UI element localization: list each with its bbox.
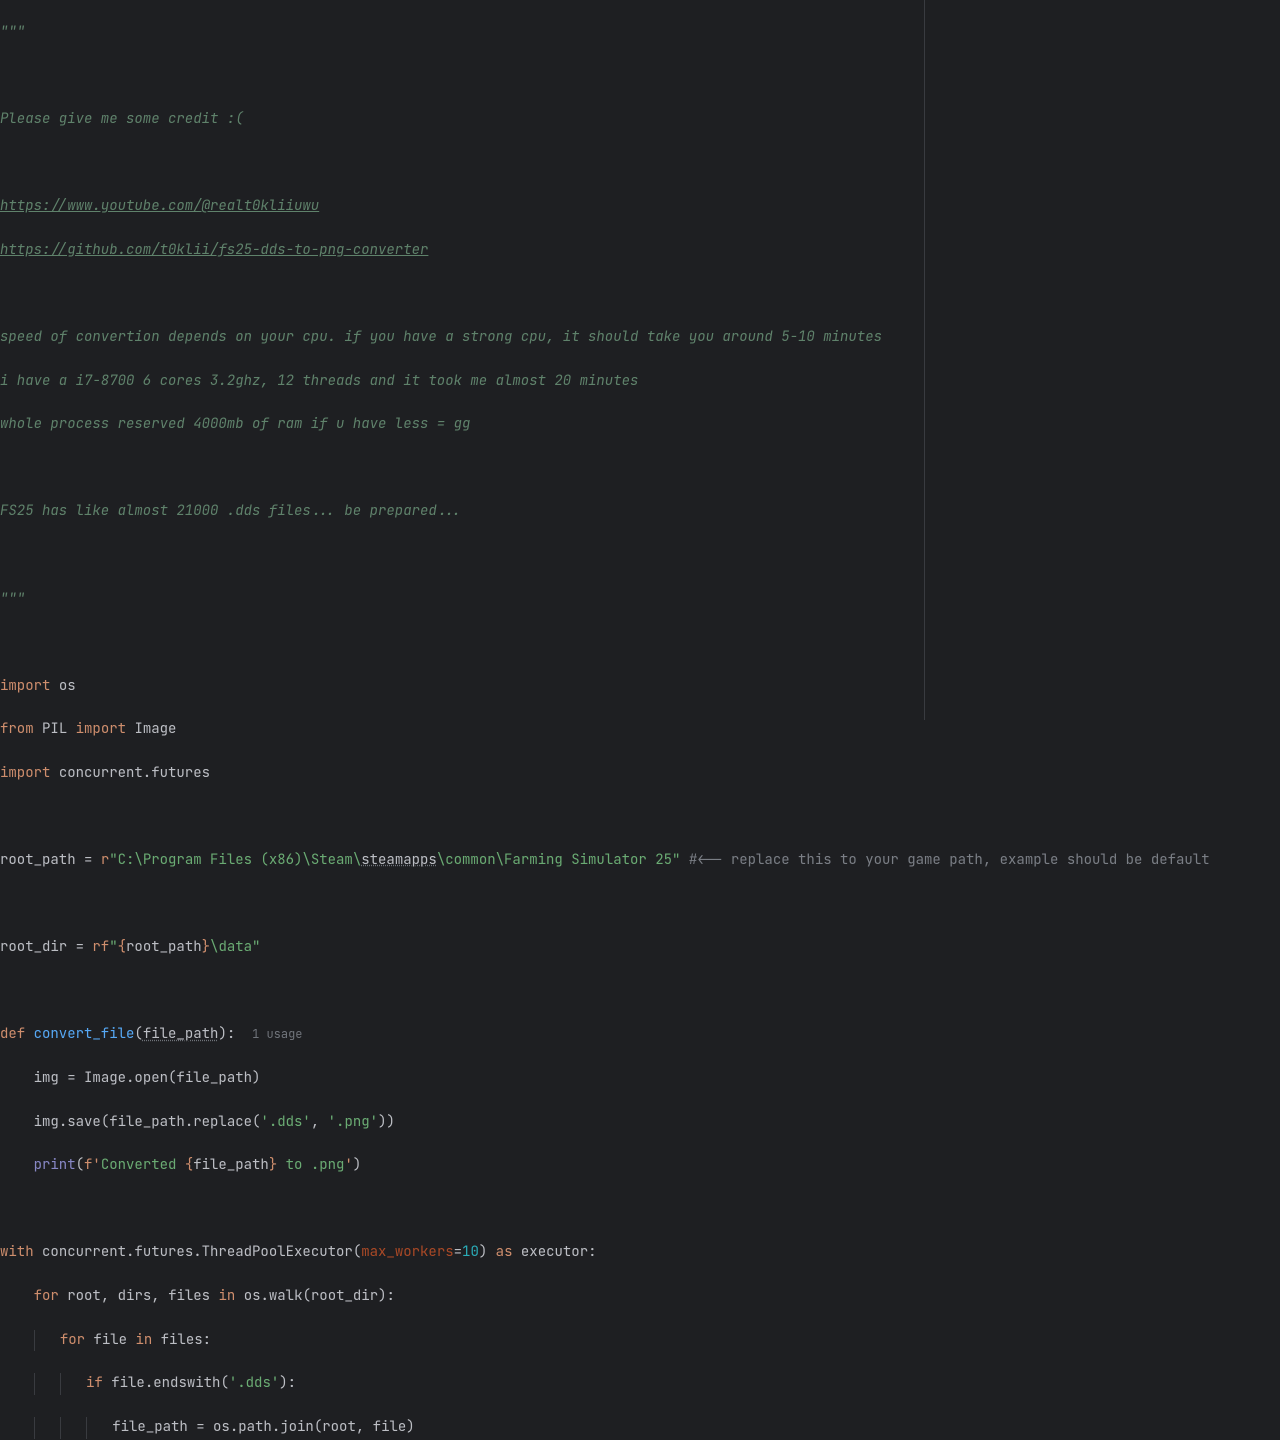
file-path-join-line: file_path = os.path.join(root, file) <box>0 1417 1280 1439</box>
def-convert-file-line: def convert_file(file_path): 1 usage <box>0 1024 1280 1046</box>
print-line: print(f'Converted {file_path} to .png') <box>0 1155 1280 1177</box>
img-save-line: img.save(file_path.replace('.dds', '.png… <box>0 1112 1280 1134</box>
usage-hint[interactable]: 1 usage <box>252 1026 302 1042</box>
for-walk-line: for root, dirs, files in os.walk(root_di… <box>0 1286 1280 1308</box>
root-dir-line: root_dir = rf"{root_path}\data" <box>0 937 1280 959</box>
from-pil-line: from PIL import Image <box>0 719 1280 741</box>
import-concurrent-line: import concurrent.futures <box>0 763 1280 785</box>
root-path-line: root_path = r"C:\Program Files (x86)\Ste… <box>0 850 1280 872</box>
docstring-fs25: FS25 has like almost 21000 .dds files...… <box>0 502 462 520</box>
for-file-line: for file in files: <box>0 1330 1280 1352</box>
docstring-open: """ <box>0 23 25 41</box>
code-editor[interactable]: """ Please give me some credit :( https:… <box>0 0 1280 1440</box>
right-margin-rule <box>924 0 925 720</box>
docstring-close: """ <box>0 590 25 608</box>
import-os-line: import os <box>0 676 1280 698</box>
docstring-speed-1: speed of convertion depends on your cpu.… <box>0 328 882 346</box>
docstring-speed-3: whole process reserved 4000mb of ram if … <box>0 415 470 433</box>
with-executor-line: with concurrent.futures.ThreadPoolExecut… <box>0 1242 1280 1264</box>
if-endswith-line: if file.endswith('.dds'): <box>0 1373 1280 1395</box>
docstring-link-youtube[interactable]: https://www.youtube.com/@realt0kliiuwu <box>0 197 319 215</box>
docstring-speed-2: i have a i7-8700 6 cores 3.2ghz, 12 thre… <box>0 372 638 390</box>
docstring-credit: Please give me some credit :( <box>0 110 244 128</box>
docstring-link-github[interactable]: https://github.com/t0klii/fs25-dds-to-pn… <box>0 241 428 259</box>
img-open-line: img = Image.open(file_path) <box>0 1068 1280 1090</box>
